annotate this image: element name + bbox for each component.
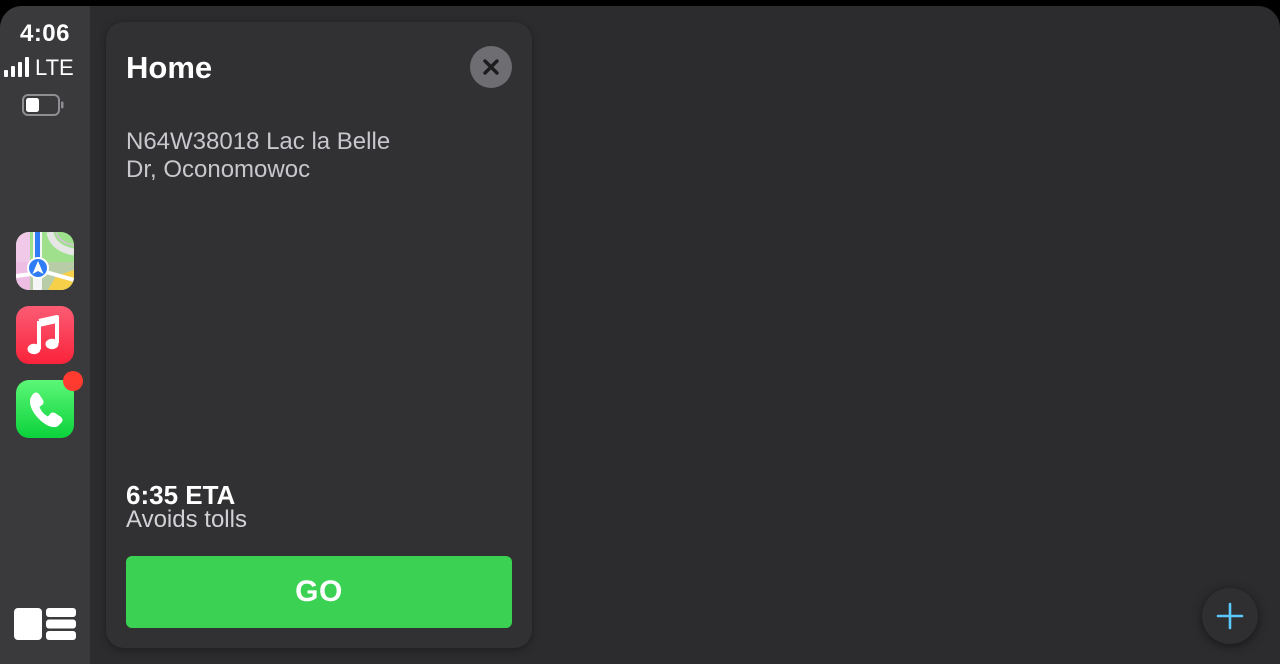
destination-card: Home N64W38018 Lac la Belle Dr, Oconomow… <box>106 22 532 648</box>
notification-badge <box>63 371 83 391</box>
music-app-icon[interactable] <box>16 306 74 364</box>
signal-bars-icon <box>4 57 29 80</box>
close-button[interactable] <box>470 46 512 88</box>
carplay-screen: 4:06 LTE Home N64W38018 Lac la Belle Dr,… <box>0 0 1280 664</box>
signal-status: LTE <box>4 56 74 80</box>
address-line-1: N64W38018 Lac la Belle <box>126 128 391 155</box>
close-icon <box>483 59 499 75</box>
phone-handset-icon <box>29 392 63 428</box>
destination-title: Home <box>126 50 213 85</box>
battery-icon <box>22 94 64 116</box>
carplay-frame: 4:06 LTE Home N64W38018 Lac la Belle Dr,… <box>0 6 1280 664</box>
music-note-icon <box>27 315 59 355</box>
dashboard-icon[interactable] <box>14 608 76 640</box>
status-time: 4:06 <box>19 20 71 47</box>
address-line-2: Dr, Oconomowoc <box>126 156 311 183</box>
go-button[interactable]: GO <box>126 556 512 628</box>
sidebar: 4:06 LTE <box>0 6 90 664</box>
network-type: LTE <box>35 55 74 80</box>
destination-address: N64W38018 Lac la Belle Dr, Oconomowoc <box>126 128 446 184</box>
phone-app-icon[interactable] <box>16 371 83 438</box>
maps-app-icon[interactable] <box>16 232 74 290</box>
maps-icon <box>16 232 74 290</box>
route-note: Avoids tolls <box>126 506 247 533</box>
plus-icon <box>1216 602 1244 630</box>
add-button[interactable] <box>1202 588 1258 644</box>
